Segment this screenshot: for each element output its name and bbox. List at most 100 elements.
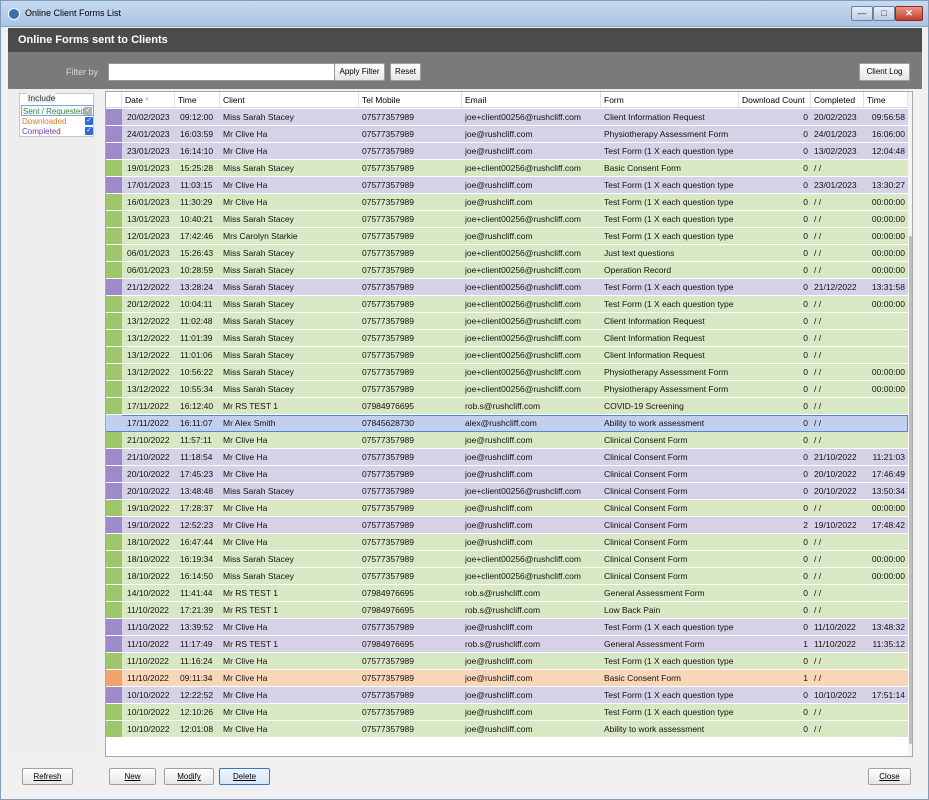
cell-time: 13:39:52 <box>180 622 214 632</box>
cell-time: 16:14:50 <box>180 571 214 581</box>
table-row[interactable]: 20/10/2022 13:48:48 Miss Sarah Stacey 07577… <box>106 483 908 500</box>
delete-button[interactable]: Delete <box>219 768 270 785</box>
checkbox-icon[interactable]: ✓ <box>85 117 93 125</box>
reset-button[interactable]: Reset <box>390 63 421 81</box>
scrollbar-thumb[interactable] <box>909 236 912 744</box>
table-row[interactable]: 11/10/2022 11:16:24 Mr Clive Ha 07577357989… <box>106 653 908 670</box>
table-row[interactable]: 14/10/2022 11:41:44 Mr RS TEST 1 0798497669… <box>106 585 908 602</box>
client-log-button[interactable]: Client Log <box>859 63 910 81</box>
cell-completed-time <box>865 432 905 448</box>
table-row[interactable]: 13/12/2022 10:56:22 Miss Sarah Stacey 07577… <box>106 364 908 381</box>
include-completed[interactable]: Completed ✓ <box>21 126 94 137</box>
apply-filter-button[interactable]: Apply Filter <box>335 63 385 81</box>
table-row[interactable]: 13/12/2022 11:01:39 Miss Sarah Stacey 07577… <box>106 330 908 347</box>
table-row[interactable]: 11/10/2022 13:39:52 Mr Clive Ha 07577357989… <box>106 619 908 636</box>
close-button[interactable]: Close <box>868 768 911 785</box>
table-row[interactable]: 10/10/2022 12:22:52 Mr Clive Ha 07577357989… <box>106 687 908 704</box>
table-row[interactable]: 10/10/2022 12:01:08 Mr Clive Ha 07577357989… <box>106 721 908 738</box>
table-row[interactable]: 13/01/2023 10:40:21 Miss Sarah Stacey 07577… <box>106 211 908 228</box>
close-window-button[interactable]: ✕ <box>895 6 923 21</box>
column-header-download-count[interactable]: Download Count <box>739 92 811 108</box>
column-header-time[interactable]: Time <box>175 92 220 108</box>
column-header-date[interactable]: Date ^ <box>122 92 175 108</box>
table-row[interactable]: 17/11/2022 16:11:07 Mr Alex Smith 078456287… <box>106 415 908 432</box>
checkbox-icon[interactable]: ✓ <box>85 127 93 135</box>
table-row[interactable]: 20/12/2022 10:04:11 Miss Sarah Stacey 07577… <box>106 296 908 313</box>
cell-form: Clinical Consent Form <box>604 571 688 581</box>
cell-tel-mobile: 07984976695 <box>362 588 415 598</box>
cell-client: Mr Clive Ha <box>223 503 268 513</box>
cell-email: joe+client00256@rushcliff.com <box>465 554 581 564</box>
table-row[interactable]: 18/10/2022 16:47:44 Mr Clive Ha 07577357989… <box>106 534 908 551</box>
table-row[interactable]: 24/01/2023 16:03:59 Mr Clive Ha 07577357989… <box>106 126 908 143</box>
table-row[interactable]: 20/02/2023 09:12:00 Miss Sarah Stacey 07577… <box>106 109 908 126</box>
cell-download-count: 0 <box>803 333 808 343</box>
cell-tel-mobile: 07577357989 <box>362 333 415 343</box>
status-indicator <box>106 262 122 278</box>
cell-form: Clinical Consent Form <box>604 503 688 513</box>
table-row[interactable]: 18/10/2022 16:14:50 Miss Sarah Stacey 07577… <box>106 568 908 585</box>
table-row[interactable]: 19/10/2022 12:52:23 Mr Clive Ha 07577357989… <box>106 517 908 534</box>
column-header-client[interactable]: Client <box>220 92 359 108</box>
table-row[interactable]: 06/01/2023 15:26:43 Miss Sarah Stacey 07577… <box>106 245 908 262</box>
column-header-tel-mobile[interactable]: Tel Mobile <box>359 92 462 108</box>
cell-client: Miss Sarah Stacey <box>223 265 294 275</box>
table-row[interactable]: 12/01/2023 17:42:46 Mrs Carolyn Starkie 075… <box>106 228 908 245</box>
refresh-button[interactable]: Refresh <box>22 768 73 785</box>
cell-completed-time: 00:00:00 <box>871 571 905 581</box>
vertical-scrollbar[interactable] <box>908 92 912 756</box>
table-row[interactable]: 13/12/2022 10:55:34 Miss Sarah Stacey 07577… <box>106 381 908 398</box>
table-row[interactable]: 11/10/2022 17:21:39 Mr RS TEST 1 0798497669… <box>106 602 908 619</box>
cell-download-count: 0 <box>803 622 808 632</box>
table-row[interactable]: 19/10/2022 17:28:37 Mr Clive Ha 07577357989… <box>106 500 908 517</box>
table-row[interactable]: 13/12/2022 11:02:48 Miss Sarah Stacey 07577… <box>106 313 908 330</box>
cell-tel-mobile: 07577357989 <box>362 520 415 530</box>
forms-grid[interactable]: Date ^ Time Client Tel Mobile Email Form… <box>105 91 913 757</box>
cell-form: Ability to work assessment <box>604 724 705 734</box>
cell-completed-time <box>865 585 905 601</box>
cell-email: joe@rushcliff.com <box>465 622 533 632</box>
table-row[interactable]: 21/12/2022 13:28:24 Miss Sarah Stacey 07577… <box>106 279 908 296</box>
table-row[interactable]: 13/12/2022 11:01:06 Miss Sarah Stacey 07577… <box>106 347 908 364</box>
table-row[interactable]: 18/10/2022 16:19:34 Miss Sarah Stacey 07577… <box>106 551 908 568</box>
title-bar[interactable]: Online Client Forms List — □ ✕ <box>1 1 928 27</box>
modify-button[interactable]: Modify <box>164 768 214 785</box>
cell-download-count: 0 <box>803 452 808 462</box>
cell-client: Mr Clive Ha <box>223 469 268 479</box>
cell-form: Physiotherapy Assessment Form <box>604 384 729 394</box>
table-row[interactable]: 11/10/2022 11:17:49 Mr RS TEST 1 0798497669… <box>106 636 908 653</box>
table-row[interactable]: 10/10/2022 12:10:26 Mr Clive Ha 07577357989… <box>106 704 908 721</box>
table-row[interactable]: 19/01/2023 15:25:28 Miss Sarah Stacey 07577… <box>106 160 908 177</box>
cell-date: 19/10/2022 <box>127 503 170 513</box>
table-row[interactable]: 23/01/2023 16:14:10 Mr Clive Ha 07577357989… <box>106 143 908 160</box>
checkbox-icon[interactable]: ✓ <box>84 107 92 115</box>
new-button[interactable]: New <box>109 768 156 785</box>
column-header-form[interactable]: Form <box>601 92 739 108</box>
status-indicator <box>106 313 122 329</box>
table-row[interactable]: 16/01/2023 11:30:29 Mr Clive Ha 07577357989… <box>106 194 908 211</box>
column-header-completed[interactable]: Completed <box>811 92 864 108</box>
cell-download-count: 0 <box>803 435 808 445</box>
filter-input[interactable] <box>108 63 335 81</box>
table-row[interactable]: 17/11/2022 16:12:40 Mr RS TEST 1 0798497669… <box>106 398 908 415</box>
table-row[interactable]: 17/01/2023 11:03:15 Mr Clive Ha 07577357989… <box>106 177 908 194</box>
cell-completed-date: / / <box>814 214 822 224</box>
include-sent-requested[interactable]: Sent / Requested ✓ <box>21 105 94 116</box>
cell-email: joe@rushcliff.com <box>465 503 533 513</box>
cell-client: Miss Sarah Stacey <box>223 486 294 496</box>
column-header-email[interactable]: Email <box>462 92 601 108</box>
minimize-button[interactable]: — <box>851 6 873 21</box>
table-row[interactable]: 20/10/2022 17:45:23 Mr Clive Ha 07577357989… <box>106 466 908 483</box>
cell-completed-date: / / <box>814 571 822 581</box>
cell-time: 12:01:08 <box>180 724 214 734</box>
column-header-completed-time[interactable]: Time <box>864 92 908 108</box>
table-row[interactable]: 11/10/2022 09:11:34 Mr Clive Ha 07577357989… <box>106 670 908 687</box>
maximize-button[interactable]: □ <box>873 6 895 21</box>
table-row[interactable]: 21/10/2022 11:18:54 Mr Clive Ha 07577357989… <box>106 449 908 466</box>
table-row[interactable]: 21/10/2022 11:57:11 Mr Clive Ha 07577357989… <box>106 432 908 449</box>
cell-date: 12/01/2023 <box>127 231 170 241</box>
page-header: Online Forms sent to Clients <box>8 28 922 52</box>
cell-completed-time <box>865 602 905 618</box>
cell-download-count: 0 <box>803 265 808 275</box>
table-row[interactable]: 06/01/2023 10:28:59 Miss Sarah Stacey 07577… <box>106 262 908 279</box>
